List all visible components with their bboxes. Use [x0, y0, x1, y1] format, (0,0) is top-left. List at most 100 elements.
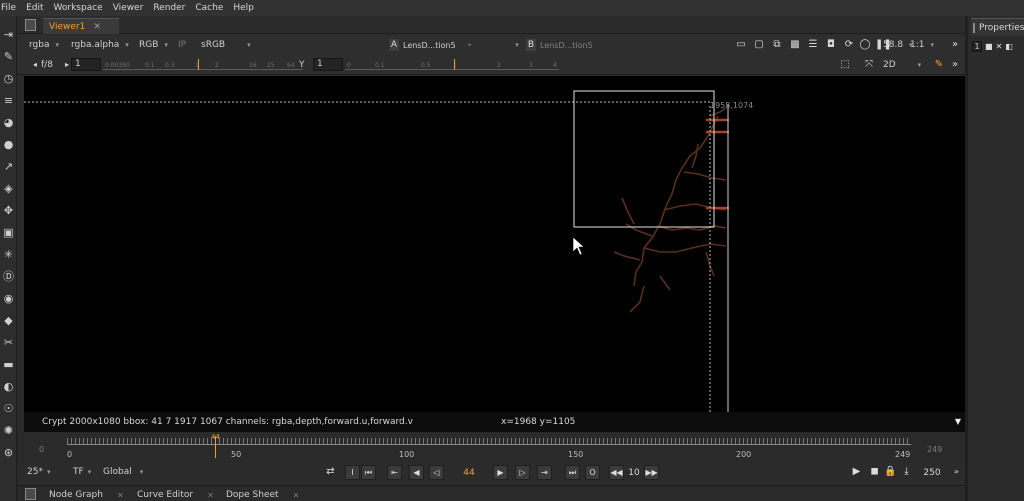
3d-nodes-icon[interactable]: ▣	[2, 226, 15, 239]
skip-back-icon[interactable]: ◀◀	[609, 465, 624, 480]
furnace-nodes-icon[interactable]: ◐	[2, 380, 15, 393]
tab-properties[interactable]: Properties	[971, 18, 1024, 36]
keyer-nodes-icon[interactable]: ↗	[2, 160, 15, 173]
lock-icon[interactable]: ■	[985, 42, 993, 51]
pencil-icon[interactable]: ✎	[933, 59, 945, 71]
playhead[interactable]	[215, 436, 216, 458]
plugins-icon[interactable]: ✺	[2, 424, 15, 437]
export-icon[interactable]: ⤓	[899, 465, 914, 480]
zoom-dropdown[interactable]: 58.8 ▾	[883, 38, 913, 52]
overlay-icon[interactable]: ⧉	[771, 39, 783, 51]
next-keyframe-icon[interactable]: ⇥	[537, 465, 552, 480]
tab-viewer1[interactable]: Viewer1 ✕	[43, 18, 119, 34]
channel-nodes-icon[interactable]: ≡	[2, 94, 15, 107]
refresh-icon[interactable]: ⟳	[843, 39, 855, 51]
color-nodes-icon[interactable]: ◕	[2, 116, 15, 129]
menu-render[interactable]: Render	[148, 3, 190, 13]
other-nodes-icon[interactable]: ▬	[2, 358, 15, 371]
fps-dropdown[interactable]: 25* ▾	[27, 467, 50, 477]
image-nodes-icon[interactable]: ⇥	[2, 28, 15, 41]
proxy-dropdown[interactable]: 1:1 ▾	[910, 38, 934, 52]
input-a-selector[interactable]: A LensD...tion5	[389, 38, 456, 52]
viewer-canvas[interactable]: 1958,1074	[24, 76, 965, 412]
frame-increment-field[interactable]: 10	[625, 466, 643, 480]
gamma-field[interactable]: 1	[313, 58, 343, 71]
lines-icon[interactable]: ☰	[807, 39, 819, 51]
frame-range-dropdown[interactable]: Global ▾	[103, 467, 143, 477]
gain-slider-knob[interactable]	[198, 59, 199, 70]
gamma-slider[interactable]: 0 0.1 0.5 1 2 3 4	[345, 59, 559, 70]
ab-compare-dropdown[interactable]: - ▾	[468, 38, 519, 52]
max-panels-field[interactable]: 1	[972, 41, 982, 52]
gain-slider[interactable]: 0.00390 0.1 0.3 1 2 16 25 64	[103, 59, 303, 70]
gamma-slider-knob[interactable]	[454, 59, 455, 70]
close-icon[interactable]: ✕	[207, 491, 214, 500]
clip-warning-icon[interactable]: ▢	[753, 39, 765, 51]
play-forward-icon[interactable]: ▶	[493, 465, 508, 480]
transform-handle-icon[interactable]: ⤧	[863, 59, 875, 71]
mask-icon[interactable]: ◘	[825, 39, 837, 51]
menu-file[interactable]: File	[0, 3, 21, 13]
menu-help[interactable]: Help	[228, 3, 259, 13]
step-forward-icon[interactable]: ▷	[515, 465, 530, 480]
timeline-track[interactable]: 0 50 100 150 200 249 44	[67, 433, 911, 460]
views-nodes-icon[interactable]: ◉	[2, 292, 15, 305]
menu-cache[interactable]: Cache	[190, 3, 228, 13]
close-icon[interactable]: ✕	[293, 491, 300, 500]
input-b-selector[interactable]: B LensD...tion5	[526, 38, 593, 52]
colorspace-dropdown[interactable]: sRGB ▾	[201, 38, 251, 52]
view-mode-dropdown[interactable]: 2D ▾	[883, 58, 921, 72]
panel-menu-icon[interactable]	[973, 22, 975, 33]
panel-menu-icon[interactable]	[25, 488, 36, 500]
tab-curve-editor[interactable]: Curve Editor ✕	[137, 488, 214, 501]
out-point-button[interactable]: O	[585, 465, 600, 480]
tab-node-graph[interactable]: Node Graph ✕	[49, 488, 124, 501]
end-frame-field[interactable]: 250	[919, 466, 945, 480]
in-point-field[interactable]: 0	[39, 445, 44, 454]
channel-dropdown[interactable]: rgba.alpha ▾	[71, 38, 129, 52]
last-frame-icon[interactable]: ⏭	[565, 465, 580, 480]
menu-workspace[interactable]: Workspace	[49, 3, 108, 13]
layer-dropdown[interactable]: rgba ▾	[29, 38, 59, 52]
stereo-icon[interactable]: ▩	[789, 39, 801, 51]
in-point-button[interactable]: I	[345, 465, 360, 480]
float-panel-icon[interactable]: ◧	[1005, 42, 1013, 51]
expand-toolbar-icon[interactable]: »	[949, 465, 964, 480]
display-channels-dropdown[interactable]: RGB ▾	[139, 38, 168, 52]
menu-edit[interactable]: Edit	[21, 3, 48, 13]
expand-toolbar-icon[interactable]: »	[949, 39, 961, 51]
fstop-decrease-icon[interactable]: ◂	[29, 59, 41, 71]
clear-panels-icon[interactable]: ✕	[996, 42, 1003, 51]
time-nodes-icon[interactable]: ◷	[2, 72, 15, 85]
tab-dope-sheet[interactable]: Dope Sheet ✕	[226, 488, 299, 501]
close-icon[interactable]: ✕	[117, 491, 124, 500]
skip-forward-icon[interactable]: ▶▶	[644, 465, 659, 480]
previous-keyframe-icon[interactable]: ⇤	[387, 465, 402, 480]
roi-icon[interactable]: ▭	[735, 39, 747, 51]
timecode-format-dropdown[interactable]: TF ▾	[73, 467, 91, 477]
play-backward-icon[interactable]: ◁	[429, 465, 444, 480]
deep-nodes-icon[interactable]: Ⓓ	[2, 270, 15, 283]
cara-vr-icon[interactable]: ☉	[2, 402, 15, 415]
draw-nodes-icon[interactable]: ✎	[2, 50, 15, 63]
out-point-field[interactable]: 249	[927, 445, 942, 454]
stop-icon[interactable]: ◯	[859, 39, 871, 51]
merge-nodes-icon[interactable]: ◈	[2, 182, 15, 195]
record-icon[interactable]: ◼	[867, 465, 882, 480]
particles-nodes-icon[interactable]: ✳	[2, 248, 15, 261]
roi-rectangle[interactable]	[573, 90, 715, 228]
transform-nodes-icon[interactable]: ✥	[2, 204, 15, 217]
loop-mode-icon[interactable]: ⇄	[323, 465, 338, 480]
gizmos-icon[interactable]: ⊛	[2, 446, 15, 459]
current-frame-field[interactable]: 44	[449, 466, 489, 480]
step-back-icon[interactable]: ◀	[409, 465, 424, 480]
expand-toolbar-icon[interactable]: »	[949, 59, 961, 71]
flipbook-icon[interactable]: ▶	[849, 465, 864, 480]
toolsets-icon[interactable]: ✂	[2, 336, 15, 349]
region-select-icon[interactable]: ⬚	[839, 59, 851, 71]
menu-viewer[interactable]: Viewer	[108, 3, 149, 13]
gain-field[interactable]: 1	[71, 58, 101, 71]
info-menu-icon[interactable]: ▼	[955, 417, 961, 426]
input-process-toggle[interactable]: IP	[178, 38, 186, 52]
metadata-nodes-icon[interactable]: ◆	[2, 314, 15, 327]
